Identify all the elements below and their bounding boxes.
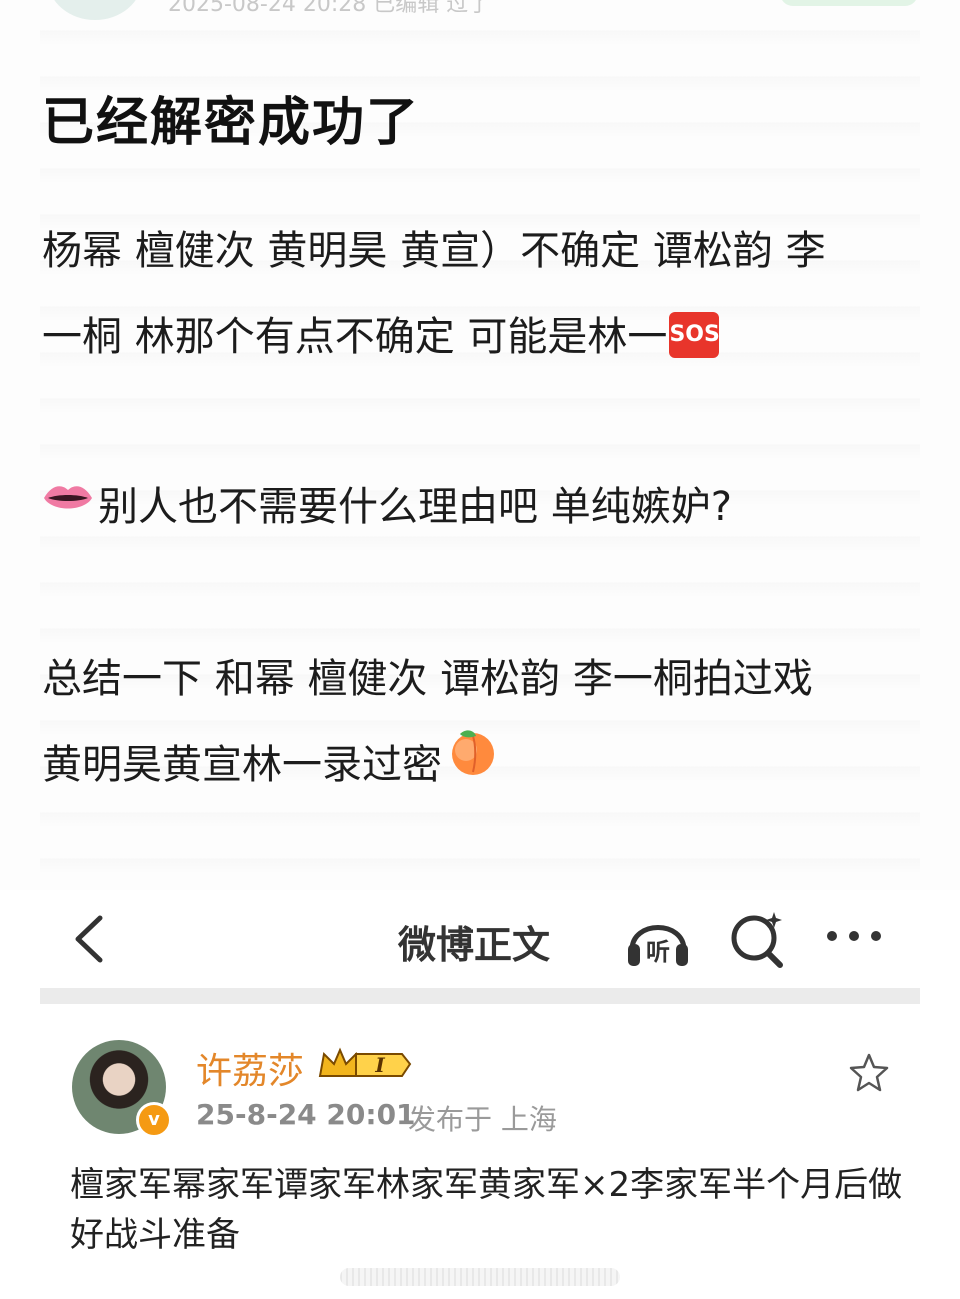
page-title: 微博正文 — [398, 923, 551, 967]
sos-emoji: SOS — [669, 312, 720, 358]
top-post: 2025-08-24 20:28 已编辑 过了 已经解密成功了 杨幂 檀健次 黄… — [0, 0, 960, 890]
follow-button[interactable] — [780, 0, 918, 6]
listen-label: 听 — [646, 938, 670, 966]
paragraph-line: 黄明昊黄宣林一录过密 — [42, 722, 500, 808]
favorite-button[interactable] — [848, 1052, 890, 1094]
paragraph-text: 别人也不需要什么理由吧 单纯嫉妒? — [98, 484, 732, 530]
back-arrow-icon — [75, 915, 103, 963]
paragraph-line: 总结一下 和幂 檀健次 谭松韵 李一桐拍过戏 — [42, 656, 813, 702]
search-sparkle-icon — [731, 912, 783, 968]
paragraph-text: 一桐 林那个有点不确定 可能是林一 — [42, 314, 668, 360]
post-location: 发布于 上海 — [408, 1103, 557, 1136]
post-title: 已经解密成功了 — [42, 93, 421, 153]
top-navigation-bar: 微博正文 听 — [40, 890, 920, 988]
weibo-post: v 许荔莎 I 25-8-24 20:01 发布于 上海 檀家军幂家军谭家军林家… — [40, 1004, 920, 1299]
search-button[interactable] — [728, 908, 788, 970]
more-button[interactable] — [824, 916, 884, 956]
paragraph-text: 黄明昊黄宣林一录过密 — [42, 742, 442, 788]
paragraph-line: 别人也不需要什么理由吧 单纯嫉妒? — [42, 464, 732, 550]
lips-emoji — [42, 462, 94, 548]
top-avatar[interactable] — [48, 0, 142, 20]
watermark-strip — [340, 1268, 620, 1286]
star-favorite-icon — [849, 1053, 889, 1092]
post-body: 檀家军幂家军谭家军林家军黄家军×2李家军半个月后做好战斗准备 — [70, 1165, 903, 1255]
post-time: 25-8-24 20:01 — [196, 1098, 416, 1131]
crown-level-icon[interactable]: I — [316, 1046, 412, 1082]
peach-emoji — [446, 720, 500, 806]
section-divider — [40, 988, 920, 1004]
paragraph-line: 杨幂 檀健次 黄明昊 黄宣）不确定 谭松韵 李 — [42, 228, 826, 274]
listen-button[interactable]: 听 — [624, 906, 692, 972]
back-button[interactable] — [66, 910, 114, 968]
more-dots-icon — [827, 931, 881, 941]
headphones-listen-icon: 听 — [628, 925, 688, 966]
top-post-meta: 2025-08-24 20:28 已编辑 过了 — [168, 0, 491, 17]
level-badge-text: I — [374, 1053, 385, 1077]
username[interactable]: 许荔莎 — [196, 1042, 304, 1094]
paragraph-line: 一桐 林那个有点不确定 可能是林一SOS — [42, 294, 720, 380]
verified-badge: v — [136, 1102, 172, 1138]
